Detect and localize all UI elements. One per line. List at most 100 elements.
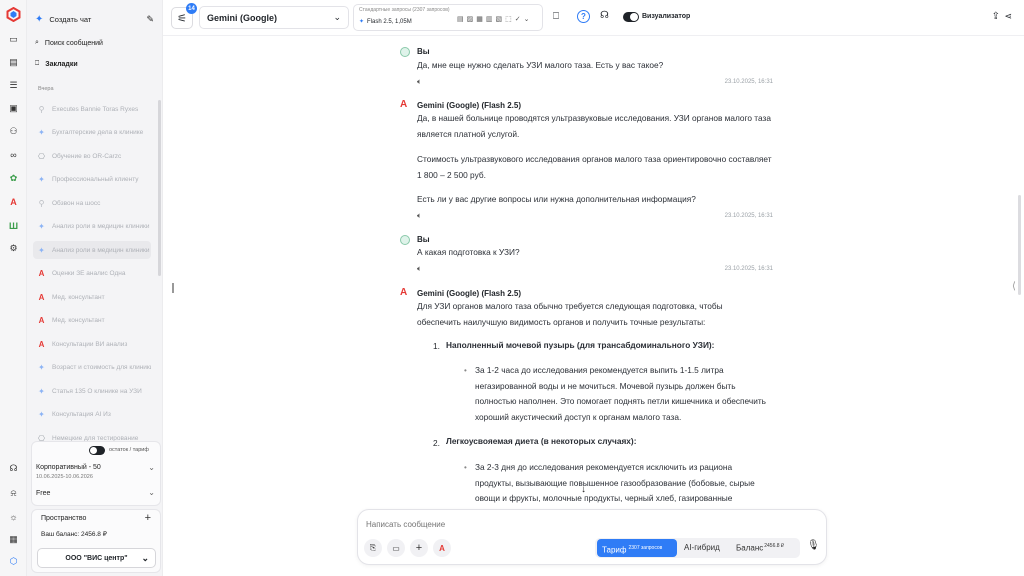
attach-icon[interactable]: ⎘ [364, 539, 382, 557]
message-input[interactable] [366, 517, 806, 531]
balance-toggle[interactable] [89, 446, 105, 455]
chat-title: Консультация АI Из [52, 411, 111, 418]
help-icon[interactable]: ? [577, 10, 590, 23]
visualizer-label: Визуализатор [642, 13, 691, 20]
ai-hybrid-button[interactable]: AI-гибрид [684, 543, 720, 552]
panel-resize-handle[interactable] [172, 283, 174, 293]
chat-list-item[interactable]: A Оценки ЗЕ аналис Одна [33, 265, 151, 283]
anthropic-icon: A [400, 287, 408, 298]
message-text: А какая подготовка к УЗИ? [417, 247, 520, 257]
export-icon[interactable]: ⇪ [992, 11, 1000, 22]
list-item-title: Легкоусвояемая диета (в некоторых случая… [446, 436, 637, 446]
model-select[interactable]: Gemini (Google) ⌄ [199, 6, 349, 29]
organization-select[interactable]: ООО "ВИС центр" ⌄ [37, 548, 156, 568]
notes-icon[interactable]: ▤ [7, 56, 20, 69]
chat-list-item[interactable]: A Консультации ВИ анализ [33, 335, 151, 353]
visualizer-toggle[interactable] [623, 12, 639, 22]
anthropic-icon: A [400, 99, 408, 110]
chat-list-item[interactable]: ✦ Бухгалтерские дела в клинике [33, 124, 151, 142]
anthropic-icon[interactable]: A [7, 195, 20, 208]
app-logo-icon[interactable] [6, 7, 21, 22]
add-icon[interactable]: + [410, 539, 428, 557]
message-user: Вы Да, мне еще нужно сделать УЗИ малого … [400, 46, 773, 88]
document-icon[interactable]: ▦ [7, 533, 20, 546]
tariff-button[interactable]: Тариф 2307 запросов [597, 539, 677, 557]
chat-title: Анализ роли в медицин клиники [52, 223, 150, 230]
chat-list-item[interactable]: ⚲ Executes Bannie Toras Ryxes [33, 100, 151, 118]
edit-icon[interactable]: ✎ [146, 14, 154, 25]
flower-icon[interactable]: ✿ [7, 172, 20, 185]
profile-logo-icon[interactable]: ⬡ [7, 555, 20, 568]
scroll-down-icon[interactable]: ↓ [581, 484, 586, 495]
count-badge: 14 [186, 3, 197, 14]
file-icon: ▤ [457, 16, 464, 23]
users-icon[interactable]: ⚇ [7, 125, 20, 138]
plan-name[interactable]: Корпоративный - 50 [36, 464, 101, 471]
bullet: • [464, 366, 467, 375]
free-plan[interactable]: Free [36, 490, 50, 497]
archive-icon[interactable]: ▣ [7, 102, 20, 115]
speaker-icon[interactable]: 🔈︎ [417, 264, 422, 274]
chat-title: Консультации ВИ анализ [52, 340, 128, 348]
shi-icon[interactable]: Ш [7, 219, 20, 232]
headset-icon[interactable]: ☊ [600, 10, 609, 21]
robot-icon: ⚲ [38, 198, 45, 208]
headset-icon[interactable]: ☊ [7, 462, 20, 475]
chat-list-item[interactable]: ✦ Консультация АI Из [33, 406, 151, 424]
infinity-icon[interactable]: ∞ [7, 148, 20, 161]
chat-list-item[interactable]: ✦ Статья 135 О клинике на УЗИ [33, 382, 151, 400]
user-avatar [400, 235, 410, 245]
chat-list-item[interactable]: ✦ Анализ роли в медицин клиники [33, 218, 151, 236]
anthropic-icon: A [38, 292, 45, 302]
new-chat-label: Создать чат [49, 14, 92, 24]
search-label: Поиск сообщений [44, 39, 103, 47]
tariff-label: Тариф [602, 545, 627, 555]
chat-list-item[interactable]: A Мед. консультант [33, 288, 151, 306]
settings-icon[interactable]: ⚙ [7, 242, 20, 255]
plan-dates: 10.06.2025-10.06.2026 [36, 474, 93, 480]
sparkle-icon: ✦ [359, 19, 365, 25]
gemini-icon: ✦ [38, 363, 45, 372]
chat-title: Обучение во OR-Carzc [52, 152, 122, 160]
chat-list-item[interactable]: ⚲ Обзвон на шосс [33, 194, 151, 212]
prompt-icon[interactable]: ▭ [387, 539, 405, 557]
microphone-icon[interactable]: 🎙︎ [807, 540, 820, 551]
bookmarks-item[interactable]: ⎕ Закладки [35, 57, 154, 71]
add-space-icon[interactable]: + [145, 512, 151, 524]
bookmark-button[interactable]: ⎕ [553, 11, 559, 22]
robot-icon: ⚲ [38, 104, 45, 114]
bookmarks-label: Закладки [45, 60, 78, 68]
speaker-icon[interactable]: 🔈︎ [417, 77, 422, 87]
chevron-down-icon: ⌄ [141, 552, 149, 563]
chat-list-item[interactable]: ✦ Возраст и стоимость для клиники [33, 359, 151, 377]
search-messages[interactable]: ⌕ Поиск сообщений [35, 37, 154, 49]
balance-button[interactable]: Баланс2456.8 ₽ [736, 543, 784, 553]
anthropic-icon[interactable]: A [433, 539, 451, 557]
chat-list-item[interactable]: ✦ Анализ роли в медицин клиники [33, 241, 151, 259]
share-icon[interactable]: ⋖ [1004, 11, 1012, 22]
chat-list-item[interactable]: ⎔ Обучение во OR-Carzc [33, 147, 151, 165]
composer: ⎘ ▭ + A Тариф2307 запросов AI-гибрид Бал… [357, 509, 827, 565]
org-name: ООО "ВИС центр" [65, 554, 128, 562]
bell-icon[interactable]: ⍾ [7, 487, 20, 500]
main-scrollbar[interactable] [1018, 195, 1021, 295]
speaker-icon[interactable]: 🔈︎ [417, 211, 422, 221]
sidebar-scrollbar[interactable] [158, 100, 161, 276]
right-panel-toggle-icon[interactable]: ⟨ [1012, 281, 1016, 292]
request-mode-select[interactable]: Стандартные запросы (2307 запросов) ✦ Fl… [353, 4, 543, 31]
balance-amount: 2456.8 ₽ [764, 543, 785, 549]
gemini-icon: ✦ [38, 175, 45, 184]
chat-title: Профессиональный клиенту [52, 176, 139, 183]
chat-icon[interactable]: ▭ [7, 33, 20, 46]
list-icon[interactable]: ☰ [7, 79, 20, 92]
chat-list-item[interactable]: A Мед. консультант [33, 312, 151, 330]
list-item-text: За 1-2 часа до исследования рекомендуетс… [475, 365, 766, 422]
chevron-down-icon[interactable]: ⌄ [148, 488, 155, 497]
message-author: Gemini (Google) (Flash 2.5) [417, 289, 522, 298]
new-chat-button[interactable]: ✦ Создать чат ✎ [35, 12, 154, 26]
message-paragraph: Стоимость ультразвукового исследования о… [417, 154, 772, 180]
sun-icon[interactable]: ☼ [7, 510, 20, 523]
chevron-down-icon[interactable]: ⌄ [148, 463, 155, 472]
bullet: • [464, 463, 467, 472]
chat-list-item[interactable]: ✦ Профессиональный клиенту [33, 171, 151, 189]
